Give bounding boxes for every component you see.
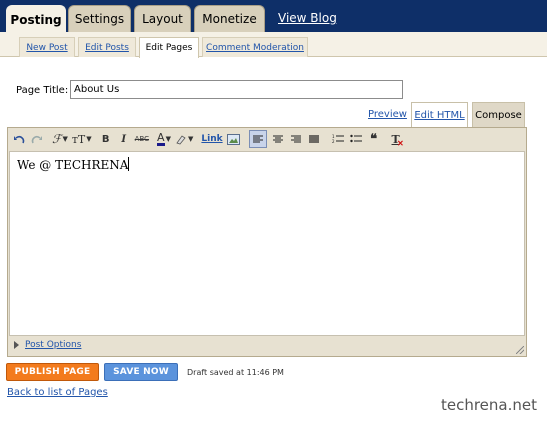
italic-icon[interactable]: I	[117, 130, 131, 148]
tab-layout[interactable]: Layout	[134, 5, 191, 32]
bold-icon[interactable]: B	[99, 130, 113, 148]
align-left-icon[interactable]	[248, 130, 267, 148]
font-size-icon[interactable]: ᴛT ▼	[72, 130, 92, 148]
align-right-icon[interactable]	[289, 130, 303, 148]
save-now-button[interactable]: SAVE NOW	[104, 363, 178, 381]
subtab-edit-pages[interactable]: Edit Pages	[139, 37, 199, 58]
page-title-label: Page Title:	[16, 85, 69, 96]
undo-icon[interactable]	[12, 130, 26, 148]
subtab-edit-posts[interactable]: Edit Posts	[78, 37, 136, 57]
back-to-pages-link[interactable]: Back to list of Pages	[7, 387, 108, 398]
redo-icon[interactable]	[30, 130, 44, 148]
editor-toolbar: ℱ ▼ ᴛT ▼ B I ABC A ▼ ▼ Link 12 ❝ T ✕	[8, 128, 526, 150]
tab-posting[interactable]: Posting	[6, 5, 66, 33]
sub-nav-bar: New Post Edit Posts Edit Pages Comment M…	[0, 32, 547, 58]
post-options-label: Post Options	[25, 340, 82, 350]
resize-grip-icon[interactable]	[516, 346, 524, 354]
blockquote-icon[interactable]: ❝	[367, 130, 381, 148]
publish-page-button[interactable]: PUBLISH PAGE	[6, 363, 99, 381]
editor-content: We @ TECHRENA	[17, 158, 129, 172]
expand-triangle-icon	[14, 341, 19, 349]
bullet-list-icon[interactable]	[349, 130, 363, 148]
font-family-icon[interactable]: ℱ ▼	[52, 130, 68, 148]
subtab-new-post[interactable]: New Post	[19, 37, 75, 57]
subtab-comment-moderation[interactable]: Comment Moderation	[202, 37, 308, 57]
align-center-icon[interactable]	[271, 130, 285, 148]
svg-text:2: 2	[332, 139, 335, 144]
tab-edit-html[interactable]: Edit HTML	[411, 102, 468, 127]
tab-compose[interactable]: Compose	[472, 102, 525, 127]
draft-status: Draft saved at 11:46 PM	[187, 368, 284, 377]
top-nav-bar: Posting Settings Layout Monetize View Bl…	[0, 0, 547, 33]
page-title-input[interactable]	[70, 80, 403, 99]
image-icon[interactable]	[227, 130, 241, 148]
text-color-icon[interactable]: A ▼	[157, 130, 171, 148]
editor-frame: ℱ ▼ ᴛT ▼ B I ABC A ▼ ▼ Link 12 ❝ T ✕ We …	[7, 127, 527, 357]
highlight-icon[interactable]: ▼	[175, 130, 193, 148]
remove-formatting-icon[interactable]: T ✕	[389, 130, 404, 148]
strikethrough-icon[interactable]: ABC	[135, 130, 149, 148]
numbered-list-icon[interactable]: 12	[331, 130, 345, 148]
preview-link[interactable]: Preview	[368, 109, 407, 120]
tab-settings[interactable]: Settings	[68, 5, 131, 32]
justify-icon[interactable]	[307, 130, 321, 148]
post-body-editor[interactable]: We @ TECHRENA	[9, 151, 525, 336]
text-cursor	[128, 157, 130, 171]
view-blog-link[interactable]: View Blog	[278, 11, 337, 25]
link-button[interactable]: Link	[201, 130, 222, 148]
tab-monetize[interactable]: Monetize	[194, 5, 265, 32]
post-options-toggle[interactable]: Post Options	[14, 340, 81, 350]
watermark: techrena.net	[440, 396, 537, 414]
